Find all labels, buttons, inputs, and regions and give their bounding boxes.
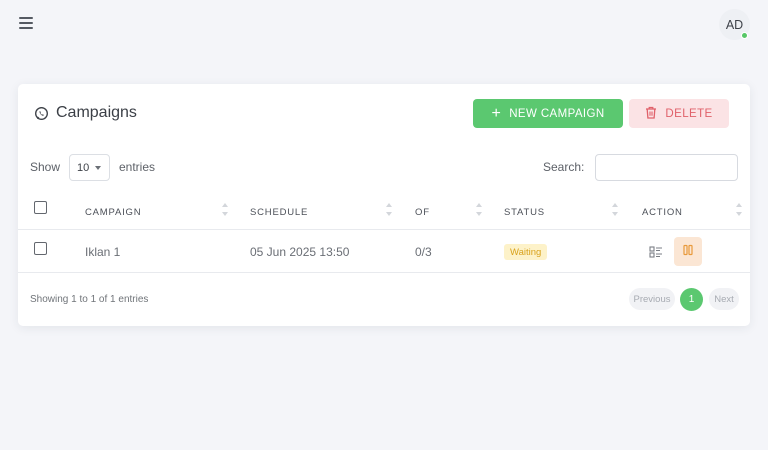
schedule-value: 05 Jun 2025 13:50 xyxy=(250,245,350,259)
row-checkbox[interactable] xyxy=(34,242,47,255)
pause-button[interactable] xyxy=(674,237,702,266)
of-value: 0/3 xyxy=(415,245,432,259)
column-schedule[interactable]: SCHEDULE xyxy=(250,207,308,218)
sort-icon[interactable] xyxy=(385,201,393,219)
status-badge: Waiting xyxy=(504,244,548,260)
whatsapp-icon xyxy=(34,106,49,121)
campaign-name: Iklan 1 xyxy=(85,245,121,259)
table-info: Showing 1 to 1 of 1 entries xyxy=(30,294,149,305)
delete-button[interactable]: DELETE xyxy=(629,99,729,128)
delete-label: DELETE xyxy=(665,107,713,120)
page-length-select[interactable]: 10 xyxy=(69,154,110,181)
column-action[interactable]: ACTION xyxy=(642,207,683,218)
page-title: Campaigns xyxy=(56,104,137,121)
sort-icon[interactable] xyxy=(475,201,483,219)
online-status-dot xyxy=(741,32,748,39)
table-row: Iklan 1 05 Jun 2025 13:50 0/3 Waiting xyxy=(18,231,750,273)
page-1-button[interactable]: 1 xyxy=(680,288,703,311)
column-of[interactable]: OF xyxy=(415,207,430,218)
entries-label: entries xyxy=(119,160,156,174)
sort-icon[interactable] xyxy=(611,201,619,219)
new-campaign-label: NEW CAMPAIGN xyxy=(509,107,605,120)
trash-icon xyxy=(645,106,657,122)
column-status[interactable]: STATUS xyxy=(504,207,545,218)
pause-icon xyxy=(682,243,694,261)
page-length-value: 10 xyxy=(77,161,90,174)
card-header: Campaigns xyxy=(34,104,137,122)
detail-list-icon[interactable] xyxy=(645,243,667,261)
campaigns-card: Campaigns + NEW CAMPAIGN DELETE Show 10 … xyxy=(18,84,750,326)
search-input[interactable] xyxy=(595,154,738,181)
table-header: CAMPAIGN SCHEDULE OF STATUS ACTION xyxy=(18,194,750,230)
sort-icon[interactable] xyxy=(221,201,229,219)
previous-page-button[interactable]: Previous xyxy=(629,288,675,310)
select-all-checkbox[interactable] xyxy=(34,201,47,214)
chevron-down-icon xyxy=(95,165,102,170)
new-campaign-button[interactable]: + NEW CAMPAIGN xyxy=(473,99,623,128)
top-bar: AD xyxy=(0,0,768,50)
sort-icon[interactable] xyxy=(735,201,743,219)
show-label: Show xyxy=(30,160,61,174)
hamburger-icon[interactable] xyxy=(19,17,33,29)
plus-icon: + xyxy=(491,104,502,122)
search-label: Search: xyxy=(543,160,585,174)
column-campaign[interactable]: CAMPAIGN xyxy=(85,207,141,218)
next-page-button[interactable]: Next xyxy=(709,288,739,310)
